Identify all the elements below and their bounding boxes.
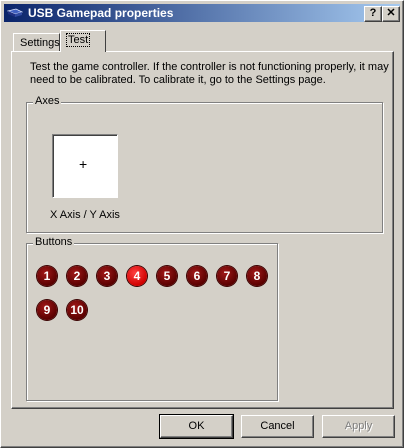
buttons-group-label: Buttons [33, 236, 75, 248]
gamepad-button-indicator: 8 [247, 266, 267, 286]
axes-group: Axes + X Axis / Y Axis [26, 95, 383, 233]
axes-label: X Axis / Y Axis [50, 209, 120, 221]
gamepad-button-indicator: 10 [67, 300, 87, 320]
tab-settings[interactable]: Settings [13, 33, 60, 51]
buttons-group: Buttons 1 2 3 4 5 6 7 8 9 10 [26, 236, 278, 401]
gamepad-button-indicator: 9 [37, 300, 57, 320]
properties-dialog: USB Gamepad properties ? ✕ Settings Test… [0, 0, 404, 448]
description-text: Test the game controller. If the control… [30, 61, 389, 86]
gamepad-button-indicator: 5 [157, 266, 177, 286]
crosshair-icon: + [79, 156, 88, 172]
axes-display: + [52, 134, 118, 198]
tab-test-label: Test [65, 33, 91, 47]
gamepad-button-indicator: 4 [127, 266, 147, 286]
test-tab-panel: Test the game controller. If the control… [11, 51, 394, 409]
apply-button[interactable]: Apply [322, 415, 395, 438]
axes-group-label: Axes [33, 95, 62, 107]
close-button[interactable]: ✕ [382, 6, 400, 22]
tab-test[interactable]: Test [60, 30, 106, 52]
gamepad-icon [7, 8, 23, 17]
gamepad-button-indicator: 3 [97, 266, 117, 286]
ok-button[interactable]: OK [159, 414, 234, 439]
gamepad-button-indicator: 1 [37, 266, 57, 286]
window-title: USB Gamepad properties [28, 6, 174, 20]
gamepad-button-indicator: 2 [67, 266, 87, 286]
cancel-button[interactable]: Cancel [241, 415, 314, 438]
help-button[interactable]: ? [364, 6, 382, 22]
tab-settings-label: Settings [20, 37, 60, 49]
gamepad-button-indicator: 6 [187, 266, 207, 286]
title-bar[interactable]: USB Gamepad properties ? ✕ [4, 4, 400, 22]
gamepad-button-indicator: 7 [217, 266, 237, 286]
